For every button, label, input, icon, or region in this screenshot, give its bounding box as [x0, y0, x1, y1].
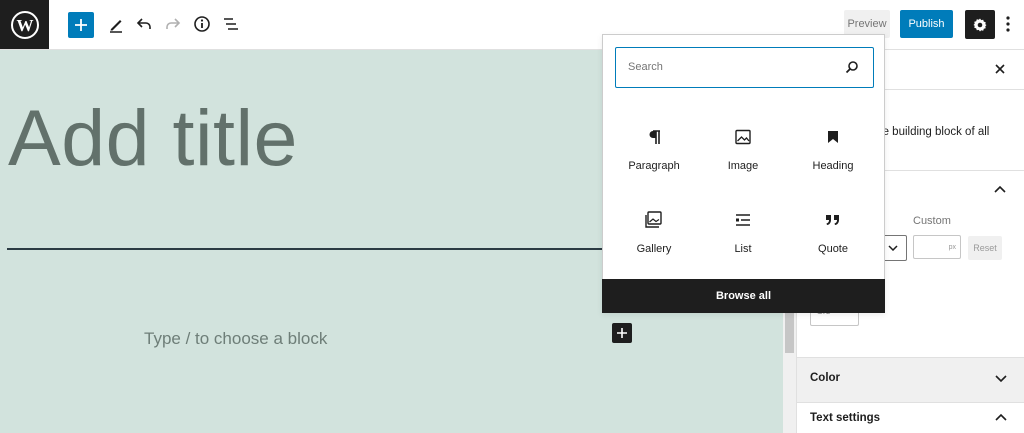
reset-button[interactable]: Reset	[968, 236, 1002, 260]
image-icon	[735, 126, 751, 148]
text-settings-title[interactable]: Text settings	[810, 412, 880, 424]
paragraph-icon	[647, 126, 661, 148]
title-separator	[7, 248, 602, 250]
block-item-label: Paragraph	[628, 160, 680, 172]
color-panel-title: Color	[810, 372, 841, 384]
block-item-list[interactable]: List	[698, 209, 788, 269]
details-button[interactable]	[190, 12, 214, 36]
wordpress-logo-icon[interactable]: W	[0, 0, 49, 49]
search-placeholder: Search	[628, 61, 663, 73]
unit-label: px	[948, 243, 956, 251]
undo-icon	[136, 18, 151, 29]
vertical-ellipsis-icon	[1006, 16, 1010, 32]
bookmark-icon	[827, 126, 839, 148]
block-appender-placeholder[interactable]: Type / to choose a block	[144, 329, 327, 349]
tools-button[interactable]	[104, 12, 128, 36]
post-title-field[interactable]: Add title	[8, 92, 298, 184]
settings-button[interactable]	[965, 10, 995, 39]
block-item-label: List	[734, 243, 752, 255]
chevron-down-icon	[995, 375, 1007, 383]
block-item-paragraph[interactable]: Paragraph	[609, 126, 699, 186]
redo-button[interactable]	[161, 12, 185, 36]
browse-all-button[interactable]: Browse all	[602, 279, 885, 313]
block-item-quote[interactable]: Quote	[788, 209, 878, 269]
pencil-icon	[110, 20, 122, 33]
close-icon	[995, 64, 1005, 74]
list-view-icon	[224, 18, 238, 30]
custom-size-input[interactable]: px	[913, 235, 961, 259]
color-panel-toggle[interactable]	[994, 374, 1008, 384]
add-block-button[interactable]	[68, 12, 94, 38]
block-item-label: Gallery	[636, 243, 672, 255]
block-item-heading[interactable]: Heading	[788, 126, 878, 186]
publish-button[interactable]: Publish	[900, 10, 953, 38]
chevron-up-icon	[994, 185, 1006, 193]
typography-panel-toggle[interactable]	[992, 183, 1008, 195]
chevron-down-icon	[888, 245, 898, 251]
quote-icon	[825, 209, 841, 231]
close-sidebar-button[interactable]	[990, 59, 1010, 79]
block-item-label: Quote	[818, 243, 848, 255]
list-icon	[735, 209, 751, 231]
list-view-button[interactable]	[219, 12, 243, 36]
chevron-up-icon	[995, 413, 1007, 421]
info-icon	[194, 16, 210, 32]
redo-icon	[166, 18, 181, 29]
inline-add-block-button[interactable]	[612, 323, 632, 343]
block-item-label: Image	[727, 160, 759, 172]
undo-button[interactable]	[132, 12, 156, 36]
options-button[interactable]	[1000, 12, 1016, 36]
gallery-icon	[645, 209, 663, 231]
search-icon	[844, 59, 860, 75]
svg-text:W: W	[16, 16, 33, 35]
plus-icon	[617, 328, 627, 338]
gear-icon	[973, 18, 987, 31]
block-item-gallery[interactable]: Gallery	[609, 209, 699, 269]
block-item-label: Heading	[812, 160, 854, 172]
custom-size-label: Custom	[913, 215, 951, 227]
text-settings-toggle[interactable]	[994, 412, 1008, 422]
block-description: the building block of all	[873, 126, 990, 138]
block-item-image[interactable]: Image	[698, 126, 788, 186]
plus-icon	[75, 19, 87, 31]
